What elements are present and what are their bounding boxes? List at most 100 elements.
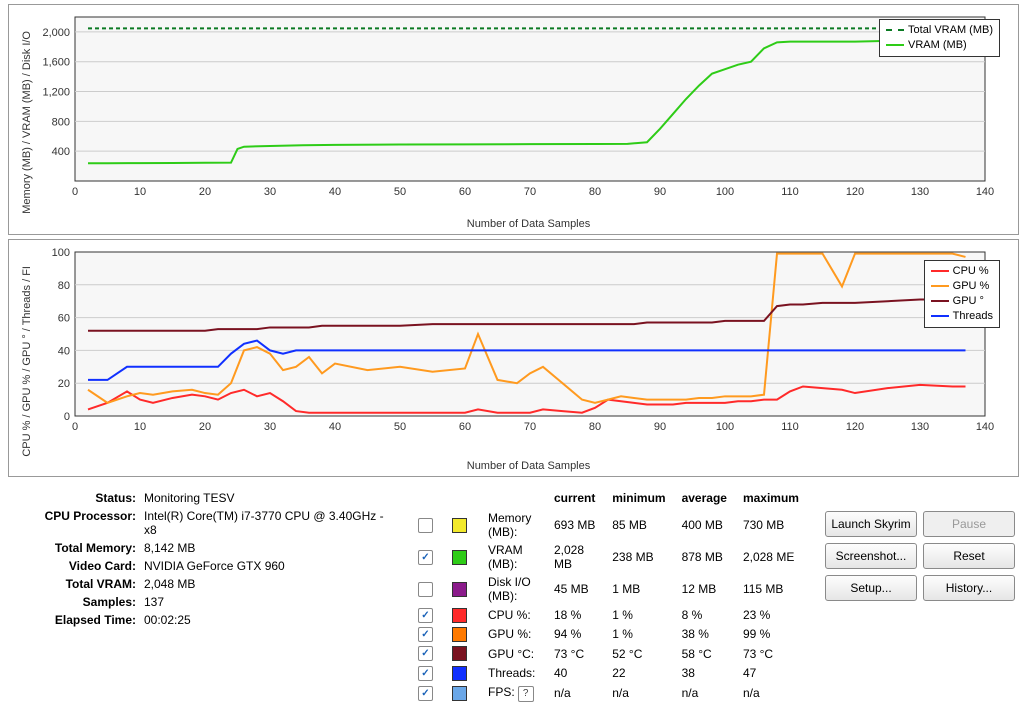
metric-checkbox[interactable]: ✓ [418, 518, 433, 533]
metric-checkbox[interactable]: ✓ [418, 608, 433, 623]
color-swatch[interactable] [452, 582, 467, 597]
chart2-ylabel: CPU % / GPU % / GPU ° / Threads / FI [19, 246, 35, 463]
value-gpu: NVIDIA GeForce GTX 960 [140, 557, 392, 575]
svg-text:70: 70 [524, 186, 536, 198]
setup-button[interactable]: Setup... [825, 575, 917, 601]
label-elapsed: Elapsed Time: [12, 611, 140, 629]
metric-minimum: 1 % [604, 625, 673, 644]
label-memory: Total Memory: [12, 539, 140, 557]
metric-minimum: 1 % [604, 605, 673, 624]
history-button[interactable]: History... [923, 575, 1015, 601]
vram-chart-panel: Memory (MB) / VRAM (MB) / Disk I/O 400 80… [8, 4, 1019, 235]
chart2-legend: CPU % GPU % GPU ° Threads [924, 260, 1000, 328]
svg-text:80: 80 [589, 186, 601, 198]
metric-average: 38 [674, 663, 735, 682]
svg-text:20: 20 [199, 186, 211, 198]
svg-text:30: 30 [264, 421, 276, 433]
color-swatch[interactable] [452, 518, 467, 533]
metric-current: 73 °C [546, 644, 604, 663]
metric-name: FPS:? [480, 683, 546, 704]
metric-checkbox[interactable]: ✓ [418, 550, 433, 565]
metric-maximum: 99 % [735, 625, 807, 644]
svg-text:30: 30 [264, 186, 276, 198]
metric-checkbox[interactable]: ✓ [418, 646, 433, 661]
metric-checkbox[interactable]: ✓ [418, 627, 433, 642]
svg-text:400: 400 [52, 146, 70, 158]
svg-text:800: 800 [52, 116, 70, 128]
svg-text:2,000: 2,000 [42, 27, 70, 39]
metric-current: 2,028 MB [546, 541, 604, 573]
chart1-ylabel: Memory (MB) / VRAM (MB) / Disk I/O [19, 11, 35, 220]
value-memory: 8,142 MB [140, 539, 392, 557]
svg-text:1,200: 1,200 [42, 87, 70, 99]
svg-text:60: 60 [459, 421, 471, 433]
metric-row: ✓GPU °C:73 °C52 °C58 °C73 °C [410, 644, 807, 663]
svg-text:40: 40 [58, 345, 70, 357]
value-status: Monitoring TESV [140, 489, 392, 507]
svg-text:120: 120 [846, 421, 864, 433]
metric-current: 94 % [546, 625, 604, 644]
screenshot-button[interactable]: Screenshot... [825, 543, 917, 569]
metric-maximum: 115 MB [735, 573, 807, 605]
color-swatch[interactable] [452, 666, 467, 681]
metric-maximum: 73 °C [735, 644, 807, 663]
svg-text:0: 0 [72, 421, 78, 433]
legend-cpu: CPU % [953, 265, 989, 277]
svg-text:50: 50 [394, 186, 406, 198]
pause-button[interactable]: Pause [923, 511, 1015, 537]
metric-row: ✓Memory (MB):693 MB85 MB400 MB730 MB [410, 509, 807, 541]
help-icon[interactable]: ? [518, 686, 534, 702]
reset-button[interactable]: Reset [923, 543, 1015, 569]
svg-text:20: 20 [199, 421, 211, 433]
metric-average: 8 % [674, 605, 735, 624]
svg-text:140: 140 [976, 421, 994, 433]
metric-maximum: n/a [735, 683, 807, 704]
legend-threads: Threads [953, 310, 993, 322]
svg-text:1,600: 1,600 [42, 57, 70, 69]
color-swatch[interactable] [452, 608, 467, 623]
svg-text:70: 70 [524, 421, 536, 433]
metric-current: 40 [546, 663, 604, 682]
metric-checkbox[interactable]: ✓ [418, 666, 433, 681]
label-gpu: Video Card: [12, 557, 140, 575]
svg-text:60: 60 [459, 186, 471, 198]
metric-average: 38 % [674, 625, 735, 644]
metric-row: ✓ CPU %:18 %1 %8 %23 % [410, 605, 807, 624]
svg-text:140: 140 [976, 186, 994, 198]
chart1-legend: Total VRAM (MB) VRAM (MB) [879, 19, 1000, 57]
metric-maximum: 23 % [735, 605, 807, 624]
color-swatch[interactable] [452, 550, 467, 565]
metric-average: 400 MB [674, 509, 735, 541]
svg-text:40: 40 [329, 186, 341, 198]
metric-average: 878 MB [674, 541, 735, 573]
metric-current: n/a [546, 683, 604, 704]
svg-text:130: 130 [911, 186, 929, 198]
svg-text:60: 60 [58, 312, 70, 324]
col-average: average [674, 489, 735, 509]
svg-text:90: 90 [654, 421, 666, 433]
metric-checkbox[interactable]: ✓ [418, 686, 433, 701]
metric-maximum: 730 MB [735, 509, 807, 541]
svg-text:100: 100 [716, 186, 734, 198]
metric-current: 18 % [546, 605, 604, 624]
color-swatch[interactable] [452, 627, 467, 642]
metric-name: Memory (MB): [480, 509, 546, 541]
color-swatch[interactable] [452, 646, 467, 661]
value-cpu: Intel(R) Core(TM) i7-3770 CPU @ 3.40GHz … [140, 507, 392, 539]
metric-row: ✓Threads:40223847 [410, 663, 807, 682]
metric-row: ✓Disk I/O (MB):45 MB1 MB12 MB115 MB [410, 573, 807, 605]
metric-average: 58 °C [674, 644, 735, 663]
col-current: current [546, 489, 604, 509]
svg-text:50: 50 [394, 421, 406, 433]
svg-text:20: 20 [58, 378, 70, 390]
metric-minimum: 85 MB [604, 509, 673, 541]
value-vram: 2,048 MB [140, 575, 392, 593]
legend-gpu: GPU % [953, 280, 990, 292]
color-swatch[interactable] [452, 686, 467, 701]
metrics-table: current minimum average maximum ✓Memory … [410, 489, 807, 703]
chart1-canvas: 4008001,2001,6002,0000102030405060708090… [35, 11, 995, 203]
metric-checkbox[interactable]: ✓ [418, 582, 433, 597]
svg-text:10: 10 [134, 186, 146, 198]
metric-name: CPU %: [480, 605, 546, 624]
launch-button[interactable]: Launch Skyrim [825, 511, 917, 537]
